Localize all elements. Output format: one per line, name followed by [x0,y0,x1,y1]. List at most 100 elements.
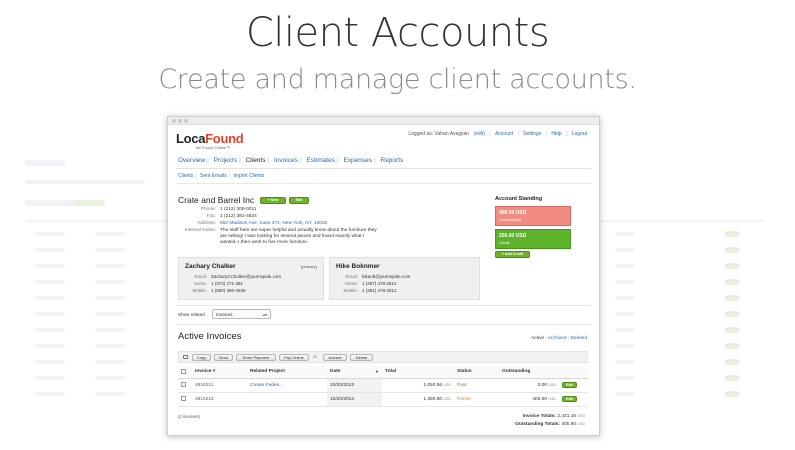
show-related-select[interactable]: Invoices ▴▾ [212,309,271,319]
project-link[interactable] [247,392,327,407]
send-button[interactable]: Send [214,354,233,361]
window-titlebar [168,117,599,125]
nav-overview[interactable]: Overview [178,157,205,164]
column-date[interactable]: Date ▼ [327,366,382,379]
row-checkbox[interactable] [181,396,186,402]
pay-online-button[interactable]: Pay Online [279,354,309,361]
invoice-count: (2 invoices) [178,414,200,419]
settings-link[interactable]: Settings [523,131,541,137]
contact-name: Hike Boknmer [336,263,380,270]
nav-projects[interactable]: Projects [214,157,237,164]
divider: | [517,131,519,137]
nav-divider [176,168,591,169]
account-standing-title: Account Standing [495,196,543,202]
app-logo[interactable]: LocaFound [176,131,244,146]
outstanding-totals-label: Outstanding Totals: [515,422,561,427]
contact-card: Zachary Chalker (primary) Email: ZacharyC… [178,257,324,300]
enter-payment-button[interactable]: Enter Payment [236,354,276,361]
divider: | [373,157,376,164]
currency-label: USD [548,382,556,387]
select-all-checkbox[interactable] [181,368,186,374]
column-project[interactable]: Related Project [247,366,327,379]
divider: | [207,157,209,164]
delete-button[interactable]: Delete [350,354,373,361]
help-link[interactable]: Help [551,131,561,137]
filter-deleted[interactable]: Deleted [570,336,587,341]
sort-desc-icon: ▼ [375,369,379,375]
column-outstanding[interactable]: Outstanding [499,366,559,379]
nav-reports[interactable]: Reports [381,157,404,164]
copy-button[interactable]: Copy [192,354,211,361]
table-row: 4816211 Create Fades... 10/20/2013 1,050… [178,378,588,393]
notes-label: Internal Notes: [184,228,216,233]
subnav-import-clients[interactable]: Import Clients [233,173,264,179]
nav-invoices[interactable]: Invoices [274,157,298,164]
home-phone: 1 (373) 271-381 [211,281,244,286]
contact-email-link[interactable]: ZacharyCChalker@journspide.com [211,274,281,279]
outstanding-totals: Outstanding Totals: 405.60 USD [515,422,585,427]
logo-tagline: Be Found Online™ [196,145,231,150]
nav-clients[interactable]: Clients [246,157,266,164]
divider: | [566,131,568,137]
divider: | [228,173,230,179]
divider: | [545,336,547,341]
outstanding-label: Outstanding [499,216,521,222]
address-link[interactable]: 650 Madison Ave, Suite 371, New York, NY… [220,221,327,226]
window-close-dot[interactable] [172,119,176,123]
mobile-label: Mobile: [192,288,207,293]
divider: | [267,157,270,164]
edit-invoice-button[interactable]: Edit [562,382,577,388]
nav-expenses[interactable]: Expenses [343,157,372,164]
sub-nav: Clients | Sent Emails | Import Clients [178,173,264,179]
row-select-cell [178,392,192,407]
contact-email-link[interactable]: bikanb@journspide.com [362,274,410,279]
email-label: Email: [194,274,207,279]
edit-profile-link[interactable]: (edit) [473,131,484,137]
edit-invoice-button[interactable]: Edit [562,396,577,402]
notes-line-1: The staff here are super helpful and act… [220,228,377,233]
fax-label: Fax: [206,214,216,219]
invoice-number-link[interactable]: 4816211 [192,378,247,393]
table-header-row: Invoice # Related Project Date ▼ Total St… [178,366,588,379]
subnav-sent-emails[interactable]: Sent Emails [200,173,227,179]
filter-archived[interactable]: Archived [548,336,567,341]
archive-button[interactable]: Archive [323,354,347,361]
new-button[interactable]: + New [260,197,286,204]
nav-estimates[interactable]: Estimates [306,157,335,164]
or-text: or [313,354,318,359]
divider: | [336,157,339,164]
invoice-number-link[interactable]: 4816215 [192,392,247,407]
outstanding-cell: 0.00 USD [499,378,559,393]
divider: | [567,336,570,341]
column-invoice[interactable]: Invoice # [192,366,247,379]
contact-card: Hike Boknmer Email: bikanb@journspide.com… [329,257,480,300]
show-related-label: Show related [178,312,205,317]
filter-active[interactable]: Active [531,336,544,341]
notes-line-3: wanted. I then went to five more furnitu… [220,240,309,245]
home-label: Home: [344,281,358,286]
credit-label: Credit [499,239,510,245]
window-minimize-dot[interactable] [178,119,182,123]
row-select-cell [178,378,192,393]
invoice-totals: Invoice Totals: 2,431.16 USD [523,414,585,419]
account-link[interactable]: Account [495,131,513,137]
project-link[interactable]: Create Fades... [247,378,327,393]
logout-link[interactable]: Logout [572,131,587,137]
column-date-label: Date [330,369,341,375]
subnav-clients[interactable]: Clients [178,173,193,179]
email-label: Email: [345,274,358,279]
currency-label: USD [577,414,585,418]
hero-subtitle: Create and manage client accounts. [158,64,637,95]
address-label: Address: [197,221,216,226]
column-status[interactable]: Status [454,366,499,379]
edit-client-button[interactable]: Edit [289,197,309,204]
invoice-date: 10/20/2013 [327,392,382,407]
window-maximize-dot[interactable] [184,119,188,123]
outstanding-totals-value: 405.60 [561,422,577,427]
row-checkbox[interactable] [181,382,186,388]
subnav-divider [176,183,591,184]
divider: | [489,131,491,137]
divider: | [239,157,241,164]
column-total[interactable]: Total [382,366,454,379]
add-credit-button[interactable]: + Add Credit [495,251,530,258]
